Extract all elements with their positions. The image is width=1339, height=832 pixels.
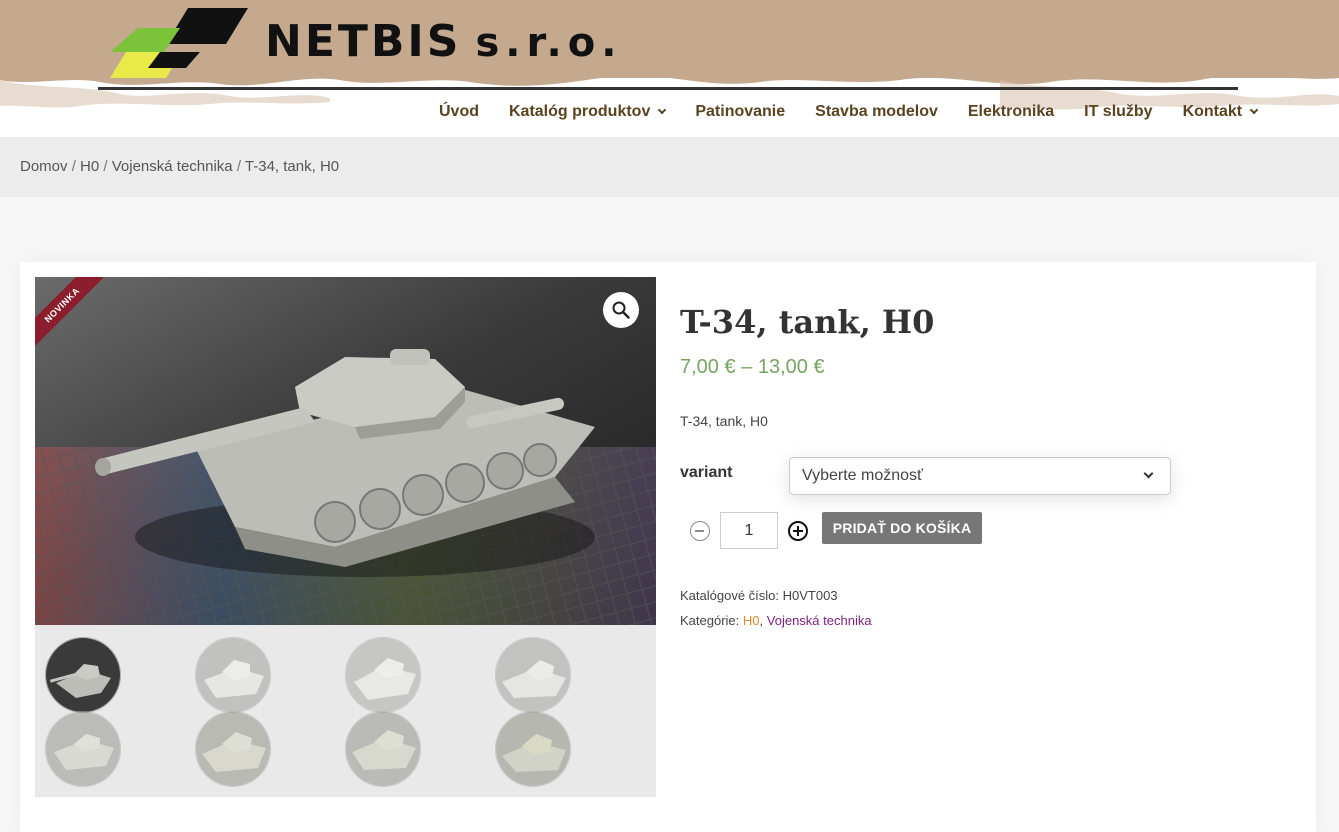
thumbnail-image [346,712,420,786]
main-nav: Úvod Katalóg produktov Patinovanie Stavb… [424,100,1272,124]
breadcrumb-link-vojenska-technika[interactable]: Vojenská technika [112,158,233,175]
site-header: NETBIS s.r.o. Úvod Katalóg produktov Pati… [0,0,1339,137]
categories-label: Kategórie: [680,613,740,628]
minus-circle-icon[interactable] [690,521,710,541]
tank-photo [35,277,656,625]
product-price: 7,00 € – 13,00 € [680,356,825,378]
thumbnail-image [196,638,270,712]
nav-item-it-sluzby[interactable]: IT služby [1069,100,1167,124]
zoom-button[interactable] [603,292,639,328]
thumbnail-image [46,712,120,786]
nav-label: Elektronika [967,103,1055,120]
sku-value: H0VT003 [782,588,838,603]
nav-item-patinovanie[interactable]: Patinovanie [680,100,800,124]
add-to-cart-button[interactable]: PRIDAŤ DO KOŠÍKA [822,512,982,544]
nav-label: Katalóg produktov [509,103,651,120]
breadcrumb-bar: Domov / H0 / Vojenská technika / T-34, t… [0,137,1339,197]
nav-label: Stavba modelov [815,103,938,120]
brand-name[interactable]: NETBIS s.r.o. [265,14,622,71]
nav-item-elektronika[interactable]: Elektronika [953,100,1069,124]
thumbnail-image [496,712,570,786]
thumbnail-strip [35,635,656,787]
variant-select[interactable]: Vyberte možnosť [789,457,1171,495]
product-title: T-34, tank, H0 [680,303,935,341]
breadcrumb-separator: / [71,158,76,175]
sku-label: Katalógové číslo: [680,588,780,603]
thumbnail-8[interactable] [495,711,571,787]
breadcrumb-link-h0[interactable]: H0 [80,158,99,175]
breadcrumb-current: T-34, tank, H0 [244,158,340,175]
chevron-down-icon [658,105,667,115]
thumbnail-image [196,712,270,786]
nav-item-stavba-modelov[interactable]: Stavba modelov [800,100,953,124]
chevron-down-icon [1249,105,1259,115]
nav-item-katalog-produktov[interactable]: Katalóg produktov [494,100,680,124]
thumbnail-4[interactable] [495,637,571,713]
thumbnail-image [46,638,120,712]
category-link-vojenska-technika[interactable]: Vojenská technika [767,613,872,628]
thumbnail-6[interactable] [195,711,271,787]
thumbnail-1[interactable] [45,637,121,713]
thumbnail-5[interactable] [45,711,121,787]
breadcrumb-link-domov[interactable]: Domov [20,158,68,175]
product-summary: T-34, tank, H0 7,00 € – 13,00 € T-34, ta… [680,302,1280,628]
thumbnail-2[interactable] [195,637,271,713]
thumbnail-image [496,638,570,712]
chevron-down-icon [1143,468,1154,479]
nav-label: IT služby [1084,103,1153,120]
breadcrumb-separator: / [236,158,241,175]
variant-row: variant Vyberte možnosť [680,457,1180,495]
product-main-image[interactable]: NOVINKA [35,277,656,625]
plus-circle-icon[interactable] [788,521,808,541]
thumbnail-7[interactable] [345,711,421,787]
nav-item-uvod[interactable]: Úvod [424,100,494,124]
breadcrumb: Domov / H0 / Vojenská technika / T-34, t… [20,158,339,175]
product-meta: Katalógové číslo: H0VT003 Kategórie: H0,… [680,583,872,633]
variant-select-value: Vyberte možnosť [802,467,924,484]
categories-line: Kategórie: H0, Vojenská technika [680,608,872,633]
breadcrumb-separator: / [103,158,108,175]
nav-label: Kontakt [1182,103,1243,120]
brand-suffix: s.r.o. [475,20,623,66]
variant-label: variant [680,464,733,481]
header-divider [98,87,1238,90]
nav-label: Patinovanie [695,103,786,120]
product-gallery: NOVINKA [35,277,656,797]
quantity-input[interactable] [720,512,778,549]
category-separator: , [759,613,764,628]
brand-name-text: NETBIS [265,16,462,67]
nav-item-kontakt[interactable]: Kontakt [1168,100,1273,124]
product-short-description: T-34, tank, H0 [680,413,768,429]
magnifier-icon [612,301,630,319]
sku-line: Katalógové číslo: H0VT003 [680,583,872,608]
category-link-h0[interactable]: H0 [743,613,760,628]
quantity-row: PRIDAŤ DO KOŠÍKA [680,512,1180,550]
company-logo[interactable] [108,8,248,78]
product-card: NOVINKA T-34, tank, H0 7,00 € – 13,00 € … [20,262,1316,832]
thumbnail-image [346,638,420,712]
thumbnail-3[interactable] [345,637,421,713]
nav-label: Úvod [439,103,479,120]
